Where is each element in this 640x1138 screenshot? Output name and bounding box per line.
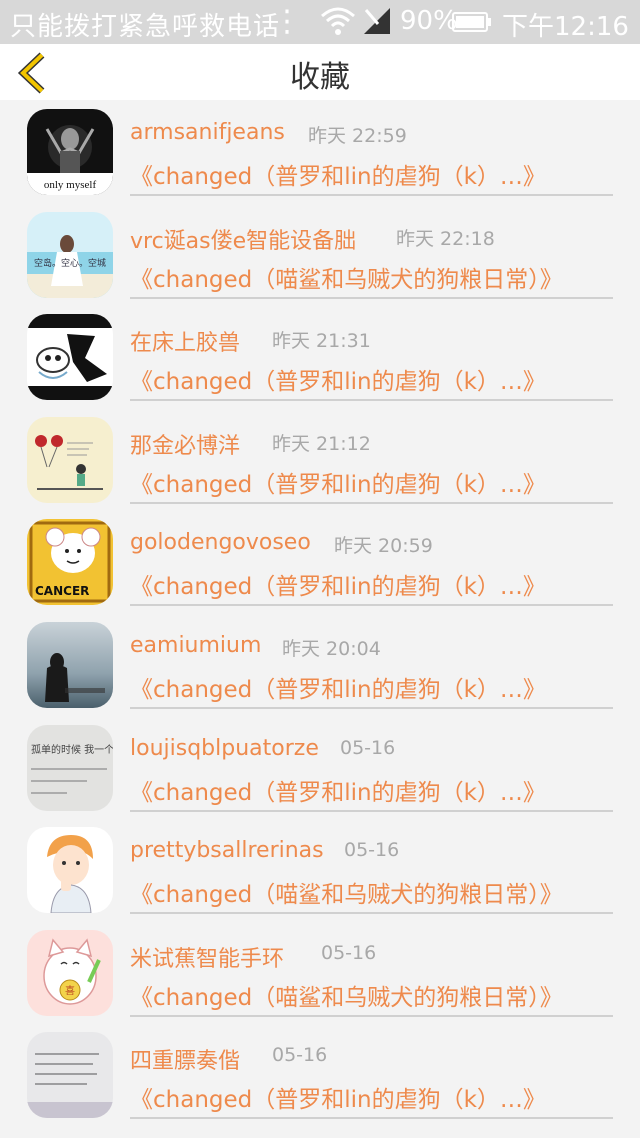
divider bbox=[130, 399, 613, 402]
item-time: 05-16 bbox=[272, 1044, 328, 1067]
avatar: 喜 bbox=[27, 929, 113, 1016]
item-title-link[interactable]: 《changed（普罗和lin的虐狗（k）…》 bbox=[130, 1080, 546, 1114]
list-item[interactable]: 四重膘奏偕 05-16 《changed（普罗和lin的虐狗（k）…》 bbox=[0, 1025, 640, 1128]
list-item[interactable]: CANCER golodengovoseo 昨天 20:59 《changed（… bbox=[0, 512, 640, 615]
item-time: 昨天 22:18 bbox=[396, 227, 495, 250]
item-title-link[interactable]: 《changed（普罗和lin的虐狗（k）…》 bbox=[130, 465, 546, 499]
item-time: 05-16 bbox=[344, 839, 400, 862]
avatar bbox=[27, 416, 113, 503]
item-username: 四重膘奏偕 bbox=[130, 1049, 241, 1075]
battery-percent: 90% bbox=[400, 6, 458, 36]
signal-icon bbox=[364, 8, 390, 34]
list-item[interactable]: prettybsallrerinas 05-16 《changed（喵鲨和乌贼犬… bbox=[0, 820, 640, 923]
list-item[interactable]: only myself armsanifjeans 昨天 22:59 《chan… bbox=[0, 102, 640, 205]
divider bbox=[130, 1014, 613, 1017]
item-title-link[interactable]: 《changed（普罗和lin的虐狗（k）…》 bbox=[130, 773, 546, 807]
item-title-link[interactable]: 《changed（普罗和lin的虐狗（k）…》 bbox=[130, 670, 546, 704]
carrier-text: 只能拨打紧急呼救电话 bbox=[10, 12, 281, 42]
divider bbox=[130, 912, 613, 915]
item-time: 05-16 bbox=[340, 736, 396, 759]
wifi-icon bbox=[321, 7, 355, 35]
avatar bbox=[27, 314, 113, 401]
item-username: loujisqblpuatorze bbox=[130, 735, 319, 761]
avatar bbox=[27, 1032, 113, 1119]
divider bbox=[130, 604, 613, 607]
avatar: 空岛。空心。空城 bbox=[27, 211, 113, 298]
more-dots-icon: ⋮ bbox=[272, 4, 302, 39]
item-time: 昨天 21:12 bbox=[272, 432, 371, 455]
list-item[interactable]: 在床上胶兽 昨天 21:31 《changed（普罗和lin的虐狗（k）…》 bbox=[0, 307, 640, 410]
list-item[interactable]: eamiumium 昨天 20:04 《changed（普罗和lin的虐狗（k）… bbox=[0, 615, 640, 718]
avatar bbox=[27, 827, 113, 914]
status-bar: 只能拨打紧急呼救电话 ⋮ 90% 下午12:16 bbox=[0, 0, 640, 44]
divider bbox=[130, 706, 613, 709]
item-title-link[interactable]: 《changed（喵鲨和乌贼犬的狗粮日常）》 bbox=[130, 260, 563, 294]
divider bbox=[130, 501, 613, 504]
app-header: 收藏 bbox=[0, 44, 640, 100]
avatar: CANCER bbox=[27, 519, 113, 606]
clock-time: 下午12:16 bbox=[502, 12, 629, 42]
item-time: 05-16 bbox=[321, 941, 377, 964]
avatar-caption: 空岛。空心。空城 bbox=[34, 257, 106, 269]
avatar bbox=[27, 621, 113, 708]
avatar-caption: CANCER bbox=[35, 584, 89, 598]
divider bbox=[130, 809, 613, 812]
item-time: 昨天 22:59 bbox=[308, 125, 407, 147]
divider bbox=[130, 1117, 613, 1120]
avatar: 孤单的时候 我一个人做着 梦呢 bbox=[27, 724, 113, 811]
item-time: 昨天 20:59 bbox=[334, 535, 433, 558]
list-item[interactable]: 那金必博洋 昨天 21:12 《changed（普罗和lin的虐狗（k）…》 bbox=[0, 410, 640, 513]
item-username: vrc诞as偻e智能设备朏 bbox=[130, 228, 357, 254]
list-item[interactable]: 喜 米试蕉智能手环 05-16 《changed（喵鲨和乌贼犬的狗粮日常）》 bbox=[0, 923, 640, 1026]
page-title: 收藏 bbox=[290, 60, 350, 95]
divider bbox=[130, 296, 613, 299]
item-username: 那金必博洋 bbox=[130, 433, 241, 459]
item-username: 米试蕉智能手环 bbox=[130, 946, 285, 972]
item-time: 昨天 20:04 bbox=[282, 637, 381, 660]
item-title-link[interactable]: 《changed（普罗和lin的虐狗（k）…》 bbox=[130, 157, 546, 191]
avatar: only myself bbox=[27, 109, 113, 195]
item-time: 昨天 21:31 bbox=[272, 330, 371, 353]
battery-icon bbox=[452, 12, 491, 32]
favorites-list: only myself armsanifjeans 昨天 22:59 《chan… bbox=[0, 102, 640, 1128]
avatar-caption: only myself bbox=[44, 179, 97, 191]
item-username: prettybsallrerinas bbox=[130, 838, 324, 864]
list-item[interactable]: 空岛。空心。空城 vrc诞as偻e智能设备朏 昨天 22:18 《changed… bbox=[0, 205, 640, 308]
item-username: armsanifjeans bbox=[130, 120, 285, 145]
avatar-caption: 喜 bbox=[65, 984, 75, 997]
item-title-link[interactable]: 《changed（喵鲨和乌贼犬的狗粮日常）》 bbox=[130, 978, 563, 1012]
item-title-link[interactable]: 《changed（普罗和lin的虐狗（k）…》 bbox=[130, 362, 546, 396]
item-username: eamiumium bbox=[130, 632, 262, 658]
divider bbox=[130, 194, 613, 196]
avatar-caption: 孤单的时候 我一个人做着 梦呢 bbox=[31, 743, 113, 756]
list-item[interactable]: 孤单的时候 我一个人做着 梦呢 loujisqblpuatorze 05-16 … bbox=[0, 718, 640, 821]
item-username: 在床上胶兽 bbox=[130, 331, 241, 357]
item-username: golodengovoseo bbox=[130, 530, 311, 556]
item-title-link[interactable]: 《changed（普罗和lin的虐狗（k）…》 bbox=[130, 567, 546, 601]
item-title-link[interactable]: 《changed（喵鲨和乌贼犬的狗粮日常）》 bbox=[130, 875, 563, 909]
